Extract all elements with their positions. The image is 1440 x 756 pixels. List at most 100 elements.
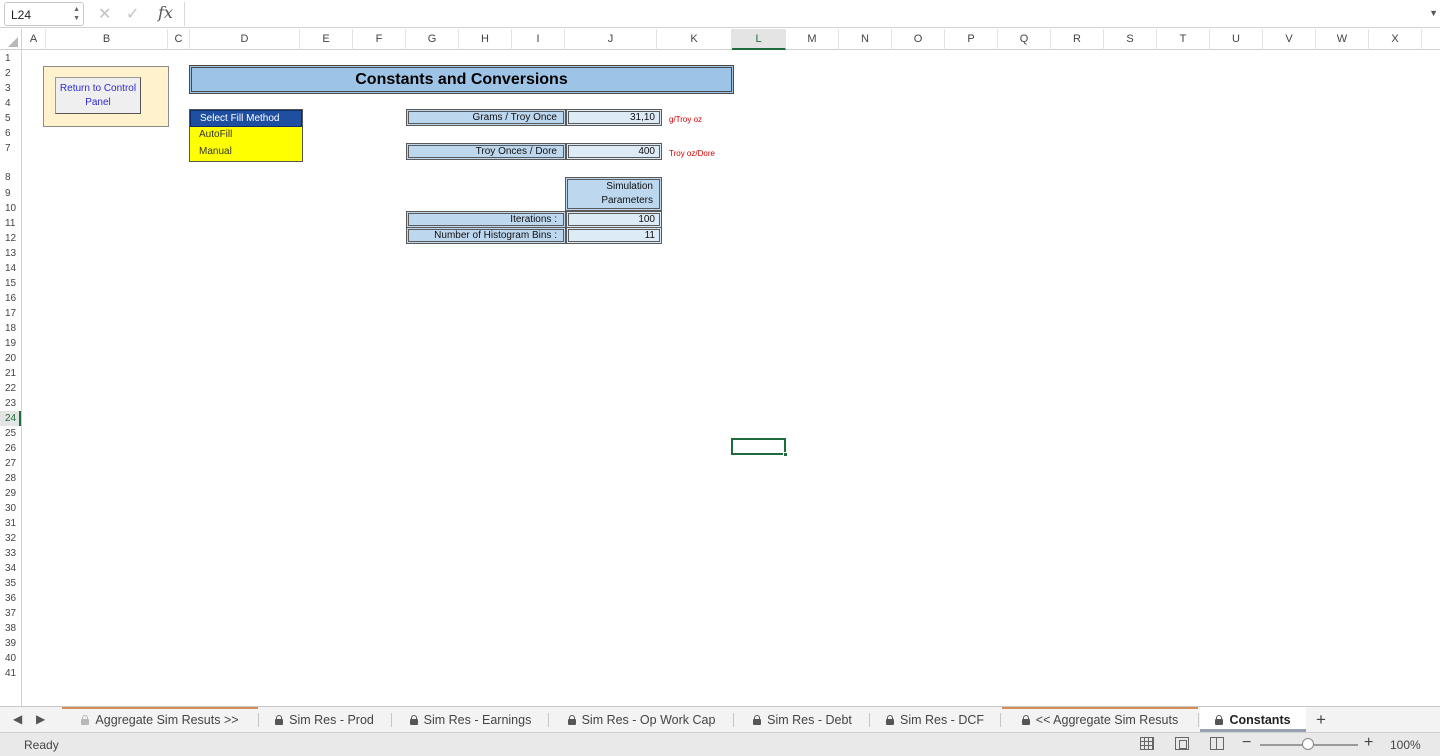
expand-formula-bar-icon[interactable]: ▼ [1429, 8, 1438, 18]
page-layout-view-icon[interactable] [1175, 737, 1189, 750]
active-cell-selection[interactable] [731, 438, 788, 457]
row-header-26[interactable]: 26 [0, 441, 21, 456]
return-to-control-panel-button[interactable]: Return to Control Panel [55, 77, 141, 114]
row-header-24[interactable]: 24 [0, 411, 21, 426]
fill-handle[interactable] [783, 452, 788, 457]
scroll-tabs-right-icon[interactable]: ▶ [36, 712, 45, 726]
row-header-10[interactable]: 10 [0, 201, 21, 216]
troy-onces-per-dore-value[interactable]: 400 [566, 143, 662, 160]
fill-option-autofill[interactable]: AutoFill [190, 127, 302, 144]
row-header-1[interactable]: 1 [0, 51, 21, 66]
row-header-27[interactable]: 27 [0, 456, 21, 471]
name-box-spinner-icon[interactable]: ▲ ▼ [73, 5, 80, 23]
row-header-6[interactable]: 6 [0, 126, 21, 141]
row-header-9[interactable]: 9 [0, 186, 21, 201]
normal-view-icon[interactable] [1140, 737, 1154, 750]
zoom-out-button[interactable]: − [1242, 734, 1251, 752]
column-header-l[interactable]: L [732, 29, 786, 50]
histogram-bins-value[interactable]: 11 [566, 227, 662, 244]
row-header-18[interactable]: 18 [0, 321, 21, 336]
formula-input[interactable] [184, 2, 1432, 26]
row-header-36[interactable]: 36 [0, 591, 21, 606]
row-header-29[interactable]: 29 [0, 486, 21, 501]
iterations-value[interactable]: 100 [566, 211, 662, 228]
column-header-h[interactable]: H [459, 29, 512, 50]
column-header-e[interactable]: E [300, 29, 353, 50]
column-header-o[interactable]: O [892, 29, 945, 50]
row-header-28[interactable]: 28 [0, 471, 21, 486]
column-header-m[interactable]: M [786, 29, 839, 50]
row-header-39[interactable]: 39 [0, 636, 21, 651]
name-box[interactable]: L24 ▲ ▼ [4, 2, 84, 26]
column-header-d[interactable]: D [190, 29, 300, 50]
row-header-31[interactable]: 31 [0, 516, 21, 531]
row-header-11[interactable]: 11 [0, 216, 21, 231]
insert-function-icon[interactable]: fx [158, 3, 173, 22]
scroll-tabs-left-icon[interactable]: ◀ [13, 712, 22, 726]
row-header-19[interactable]: 19 [0, 336, 21, 351]
sheet-tab-6[interactable]: Sim Res - DCF [870, 707, 1000, 732]
column-header-n[interactable]: N [839, 29, 892, 50]
sheet-tab-5[interactable]: Sim Res - Debt [736, 707, 869, 732]
sheet-tab-3[interactable]: Sim Res - Earnings [393, 707, 548, 732]
column-header-k[interactable]: K [657, 29, 732, 50]
column-header-i[interactable]: I [512, 29, 565, 50]
column-header-u[interactable]: U [1210, 29, 1263, 50]
row-header-25[interactable]: 25 [0, 426, 21, 441]
row-header-34[interactable]: 34 [0, 561, 21, 576]
sheet-tab-8[interactable]: Constants [1200, 707, 1306, 732]
column-header-b[interactable]: B [46, 29, 168, 50]
sheet-tab-7[interactable]: << Aggregate Sim Resuts [1002, 707, 1198, 732]
column-header-s[interactable]: S [1104, 29, 1157, 50]
row-header-3[interactable]: 3 [0, 81, 21, 96]
row-header-7[interactable]: 7 [0, 141, 21, 156]
column-header-j[interactable]: J [565, 29, 657, 50]
grams-per-troy-once-value[interactable]: 31,10 [566, 109, 662, 126]
column-header-q[interactable]: Q [998, 29, 1051, 50]
column-header-v[interactable]: V [1263, 29, 1316, 50]
row-header-37[interactable]: 37 [0, 606, 21, 621]
row-header-33[interactable]: 33 [0, 546, 21, 561]
zoom-in-button[interactable]: + [1364, 734, 1373, 752]
column-header-g[interactable]: G [406, 29, 459, 50]
row-header-32[interactable]: 32 [0, 531, 21, 546]
row-header-2[interactable]: 2 [0, 66, 21, 81]
row-header-41[interactable]: 41 [0, 666, 21, 681]
column-header-c[interactable]: C [168, 29, 190, 50]
row-header-13[interactable]: 13 [0, 246, 21, 261]
column-header-w[interactable]: W [1316, 29, 1369, 50]
row-header-15[interactable]: 15 [0, 276, 21, 291]
row-header-8[interactable]: 8 [0, 156, 21, 186]
column-header-f[interactable]: F [353, 29, 406, 50]
row-header-23[interactable]: 23 [0, 396, 21, 411]
column-header-p[interactable]: P [945, 29, 998, 50]
row-header-14[interactable]: 14 [0, 261, 21, 276]
column-header-r[interactable]: R [1051, 29, 1104, 50]
row-header-5[interactable]: 5 [0, 111, 21, 126]
row-header-20[interactable]: 20 [0, 351, 21, 366]
add-sheet-button[interactable]: + [1316, 710, 1326, 730]
row-header-4[interactable]: 4 [0, 96, 21, 111]
zoom-level[interactable]: 100% [1390, 738, 1421, 752]
row-header-35[interactable]: 35 [0, 576, 21, 591]
sheet-tab-2[interactable]: Sim Res - Prod [258, 707, 391, 732]
column-header-a[interactable]: A [22, 29, 46, 50]
fill-option-manual[interactable]: Manual [190, 144, 302, 161]
column-header-x[interactable]: X [1369, 29, 1422, 50]
row-header-30[interactable]: 30 [0, 501, 21, 516]
page-break-preview-icon[interactable] [1210, 737, 1224, 750]
column-header-t[interactable]: T [1157, 29, 1210, 50]
zoom-slider-thumb[interactable] [1302, 738, 1314, 750]
row-header-17[interactable]: 17 [0, 306, 21, 321]
row-header-12[interactable]: 12 [0, 231, 21, 246]
enter-icon[interactable]: ✓ [126, 4, 139, 24]
row-header-21[interactable]: 21 [0, 366, 21, 381]
select-all-button[interactable] [0, 29, 22, 50]
fill-method-header[interactable]: Select Fill Method [190, 110, 302, 127]
row-header-38[interactable]: 38 [0, 621, 21, 636]
row-header-22[interactable]: 22 [0, 381, 21, 396]
row-header-40[interactable]: 40 [0, 651, 21, 666]
sheet-tab-4[interactable]: Sim Res - Op Work Cap [550, 707, 733, 732]
cancel-icon[interactable]: ✕ [98, 4, 111, 24]
row-header-16[interactable]: 16 [0, 291, 21, 306]
